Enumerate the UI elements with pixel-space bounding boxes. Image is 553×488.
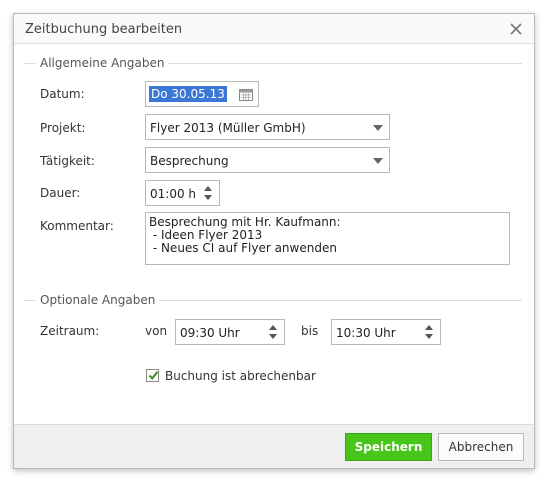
decrement-icon[interactable] bbox=[204, 195, 212, 200]
section-legend-general: Allgemeine Angaben bbox=[36, 56, 169, 70]
calendar-icon[interactable] bbox=[239, 88, 253, 101]
dialog-footer: Speichern Abbrechen bbox=[14, 424, 534, 468]
project-select[interactable]: Flyer 2013 (Müller GmbH) bbox=[145, 114, 390, 140]
from-time-stepper[interactable]: 09:30 Uhr bbox=[175, 319, 285, 345]
activity-select[interactable]: Besprechung bbox=[145, 147, 390, 173]
billable-label[interactable]: Buchung ist abrechenbar bbox=[165, 369, 316, 383]
date-label: Datum: bbox=[40, 87, 85, 101]
project-label: Projekt: bbox=[40, 121, 86, 135]
activity-label: Tätigkeit: bbox=[40, 154, 95, 168]
close-icon[interactable] bbox=[508, 21, 524, 37]
decrement-icon[interactable] bbox=[269, 334, 277, 339]
increment-icon[interactable] bbox=[204, 186, 212, 191]
from-label: von bbox=[145, 324, 168, 338]
comment-line: - Neues CI auf Flyer anwenden bbox=[149, 241, 337, 255]
duration-value: 01:00 h bbox=[150, 187, 197, 201]
duration-label: Dauer: bbox=[40, 186, 81, 200]
from-time-value: 09:30 Uhr bbox=[180, 326, 240, 340]
chevron-down-icon bbox=[373, 125, 383, 131]
project-value: Flyer 2013 (Müller GmbH) bbox=[150, 121, 306, 135]
billable-checkbox[interactable] bbox=[146, 369, 159, 382]
comment-label: Kommentar: bbox=[40, 219, 114, 233]
date-field[interactable]: Do 30.05.13 bbox=[145, 81, 259, 107]
period-label: Zeitraum: bbox=[40, 324, 100, 338]
to-label: bis bbox=[301, 324, 319, 338]
date-value: Do 30.05.13 bbox=[149, 86, 227, 102]
edit-time-entry-dialog: Zeitbuchung bearbeiten Allgemeine Angabe… bbox=[13, 13, 535, 469]
section-legend-optional: Optionale Angaben bbox=[36, 293, 160, 307]
chevron-down-icon bbox=[373, 158, 383, 164]
comment-textarea[interactable]: Besprechung mit Hr. Kaufmann: - Ideen Fl… bbox=[145, 212, 510, 265]
save-button[interactable]: Speichern bbox=[345, 433, 432, 461]
activity-value: Besprechung bbox=[150, 154, 229, 168]
checkmark-icon bbox=[148, 371, 159, 381]
dialog-title: Zeitbuchung bearbeiten bbox=[25, 22, 183, 37]
increment-icon[interactable] bbox=[269, 325, 277, 330]
to-time-value: 10:30 Uhr bbox=[336, 326, 396, 340]
increment-icon[interactable] bbox=[425, 325, 433, 330]
cancel-button[interactable]: Abbrechen bbox=[438, 433, 524, 461]
decrement-icon[interactable] bbox=[425, 334, 433, 339]
to-time-stepper[interactable]: 10:30 Uhr bbox=[331, 319, 441, 345]
dialog-titlebar: Zeitbuchung bearbeiten bbox=[14, 14, 534, 44]
duration-stepper[interactable]: 01:00 h bbox=[145, 180, 220, 206]
